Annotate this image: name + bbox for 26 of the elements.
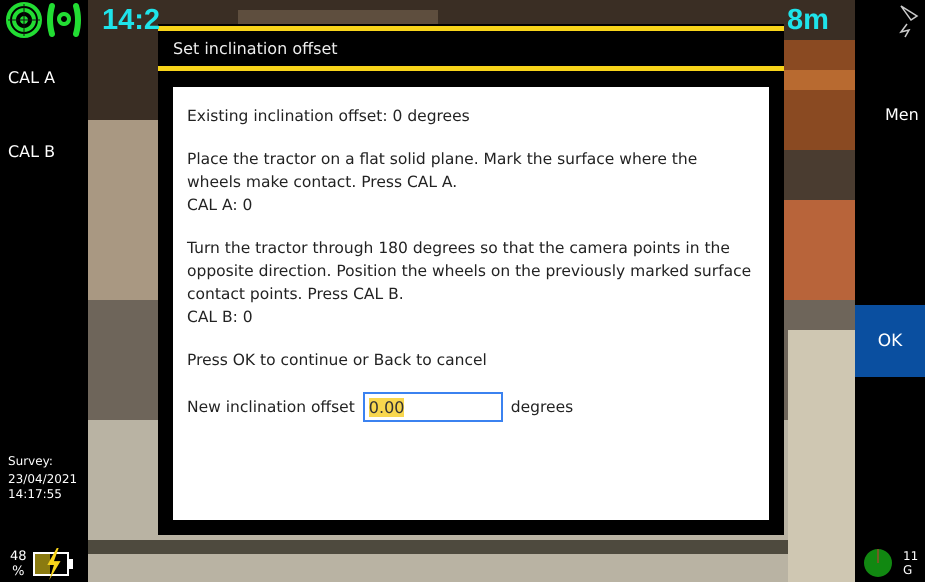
survey-time: 14:17:55: [8, 487, 63, 502]
ok-button[interactable]: OK: [855, 305, 925, 377]
battery-percent: 48: [10, 549, 27, 564]
instruction-text: Place the tractor on a flat solid plane. Mark the surface where the wheels make contact. Press CAL A.: [187, 149, 698, 193]
status-label: G: [903, 563, 914, 577]
survey-label: Survey:: [8, 454, 54, 468]
instruction-text: Existing inclination offset: 0 degrees: [187, 106, 471, 127]
unit-label: degrees: [510, 396, 574, 418]
survey-date: 23/04/2021: [8, 472, 78, 487]
menu-button[interactable]: Men: [855, 94, 925, 134]
distance-readout: 8m: [787, 3, 829, 37]
field-label: New inclination offset: [187, 396, 355, 418]
instruction-text: Press OK to continue or Back to cancel: [187, 350, 488, 371]
offset-input-field[interactable]: 0.00: [362, 392, 503, 422]
instruction-text: Turn the tractor through 180 degrees so that the camera points in the opposite direction. Position the wheels on the previously marked surface contact points. Press CAL B.: [187, 238, 752, 305]
timestamp: 14:2: [102, 3, 160, 37]
cal-button[interactable]: CAL B: [0, 114, 88, 188]
percent-sign: %: [12, 564, 24, 579]
instruction-text: CAL A: 0: [187, 195, 254, 216]
target-icon: [6, 2, 42, 38]
instruction-text: CAL B: 0: [187, 307, 254, 328]
status-indicator-icon: [863, 548, 893, 578]
status-value: 11: [903, 549, 918, 563]
cal-button[interactable]: CAL A: [0, 40, 88, 114]
dialog-title: Set inclination offset: [172, 38, 339, 60]
camera-signal-icon: [46, 2, 82, 38]
